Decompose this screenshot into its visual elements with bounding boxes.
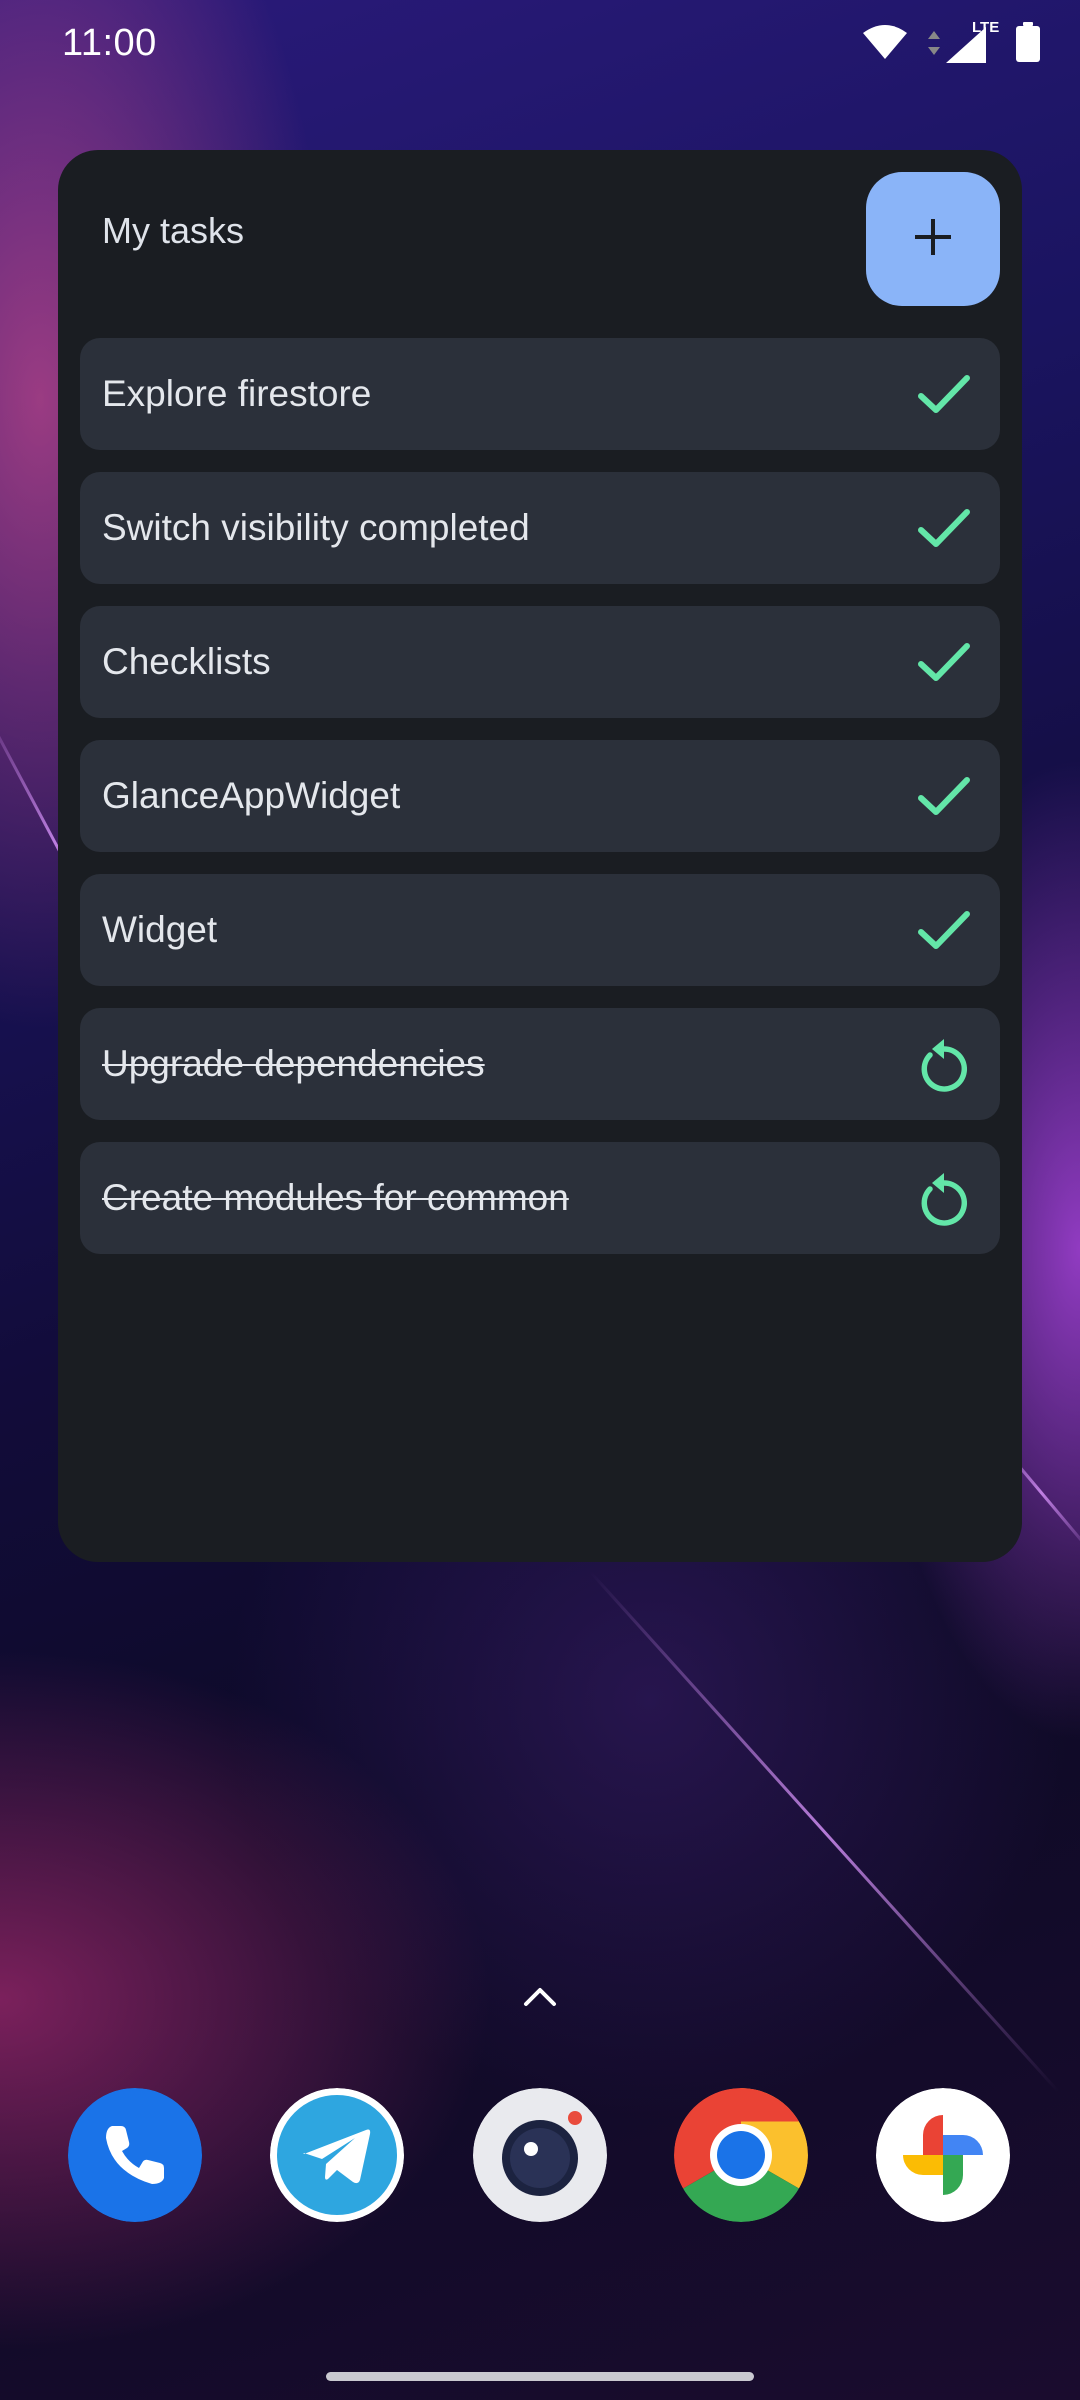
add-task-button[interactable] — [866, 172, 1000, 306]
task-label: Upgrade dependencies — [102, 1043, 485, 1084]
battery-icon — [1016, 22, 1040, 67]
check-icon[interactable] — [914, 498, 974, 558]
chevron-up-icon[interactable] — [516, 1978, 564, 2014]
dock — [0, 2088, 1080, 2224]
task-item-completed[interactable]: Create modules for common — [80, 1142, 1000, 1254]
task-label: Widget — [102, 909, 218, 950]
network-type-label: LTE — [972, 18, 1000, 36]
home-screen: 11:00 LTE My tasks Explore firestore Swi… — [0, 0, 1080, 2400]
task-label: Switch visibility completed — [102, 507, 530, 548]
status-icons: LTE — [862, 19, 1040, 67]
task-item[interactable]: Explore firestore — [80, 338, 1000, 450]
phone-app-icon[interactable] — [68, 2088, 202, 2222]
task-list: Explore firestore Switch visibility comp… — [80, 338, 1000, 1276]
wifi-icon — [862, 23, 908, 66]
signal-icon: LTE — [922, 19, 1002, 65]
task-item[interactable]: GlanceAppWidget — [80, 740, 1000, 852]
telegram-app-icon[interactable] — [270, 2088, 404, 2222]
status-bar: 11:00 LTE — [0, 0, 1080, 90]
task-label: Explore firestore — [102, 373, 372, 414]
restore-icon[interactable] — [914, 1168, 974, 1228]
restore-icon[interactable] — [914, 1034, 974, 1094]
wallpaper-streak — [588, 1570, 1060, 2093]
task-item[interactable]: Widget — [80, 874, 1000, 986]
task-label: Checklists — [102, 641, 271, 682]
check-icon[interactable] — [914, 364, 974, 424]
camera-app-icon[interactable] — [473, 2088, 607, 2222]
photos-app-icon[interactable] — [876, 2088, 1010, 2222]
task-label: GlanceAppWidget — [102, 775, 401, 816]
task-label: Create modules for common — [102, 1177, 569, 1218]
gesture-navigation-bar[interactable] — [326, 2372, 754, 2381]
chrome-app-icon[interactable] — [674, 2088, 808, 2222]
tasks-widget: My tasks Explore firestore Switch visibi… — [58, 150, 1022, 1562]
check-icon[interactable] — [914, 900, 974, 960]
plus-icon — [911, 215, 955, 264]
task-item-completed[interactable]: Upgrade dependencies — [80, 1008, 1000, 1120]
check-icon[interactable] — [914, 632, 974, 692]
status-time: 11:00 — [62, 22, 157, 64]
widget-title: My tasks — [102, 210, 245, 251]
check-icon[interactable] — [914, 766, 974, 826]
task-item[interactable]: Switch visibility completed — [80, 472, 1000, 584]
task-item[interactable]: Checklists — [80, 606, 1000, 718]
